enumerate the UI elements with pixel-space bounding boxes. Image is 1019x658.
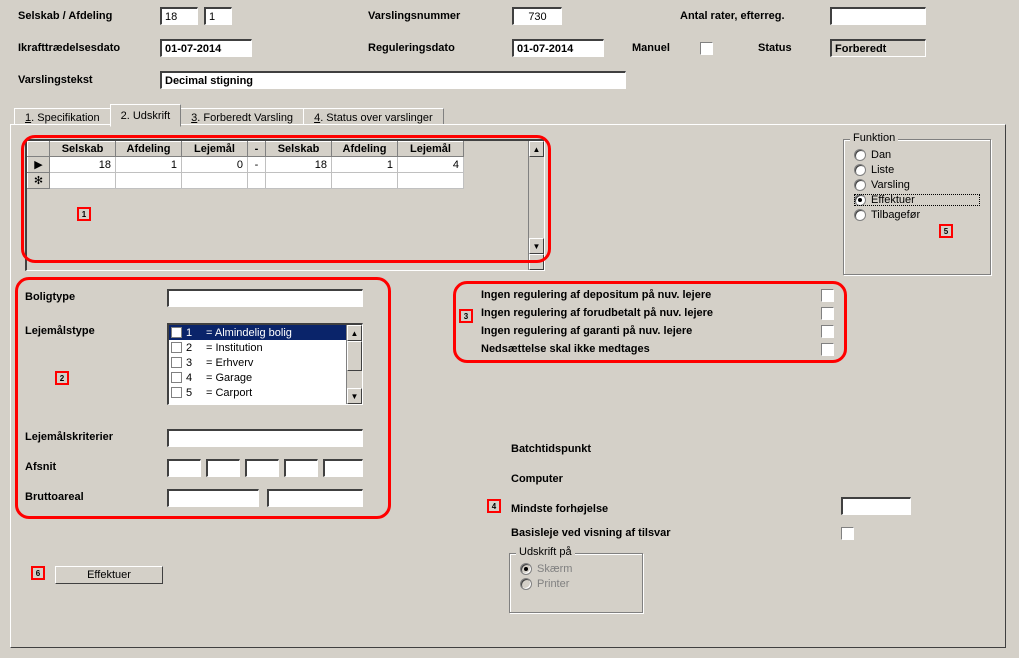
tab-udskrift[interactable]: 2. Udskrift: [110, 104, 182, 127]
label-manuel: Manuel: [632, 42, 670, 54]
afdeling-input[interactable]: [204, 7, 232, 25]
label-status: Status: [758, 42, 792, 54]
label-batch: Batchtidspunkt: [511, 443, 591, 455]
udskrift-group: Udskrift på Skærm Printer: [509, 553, 643, 613]
label-varslingsnummer: Varslingsnummer: [368, 10, 460, 22]
outline-3: [453, 281, 847, 363]
radio-printer: Printer: [520, 578, 632, 590]
manuel-checkbox[interactable]: [700, 42, 713, 55]
radio-skaerm: Skærm: [520, 563, 632, 575]
radio-dan[interactable]: Dan: [854, 149, 980, 161]
marker-4: 4: [487, 499, 501, 513]
marker-5: 5: [939, 224, 953, 238]
outline-2: [15, 277, 391, 519]
ikraft-input[interactable]: [160, 39, 252, 57]
udskrift-title: Udskrift på: [516, 546, 575, 558]
status-display: [830, 39, 926, 57]
funktion-group: Funktion Dan Liste Varsling Effektuer Ti…: [843, 139, 991, 275]
label-antal-rater: Antal rater, efterreg.: [680, 10, 785, 22]
radio-tilbagefor[interactable]: Tilbagefør: [854, 209, 980, 221]
radio-effektuer[interactable]: Effektuer: [854, 194, 980, 206]
marker-1: 1: [77, 207, 91, 221]
marker-3: 3: [459, 309, 473, 323]
label-selskab-afdeling: Selskab / Afdeling: [18, 10, 112, 22]
label-reguleringsdato: Reguleringsdato: [368, 42, 455, 54]
label-computer: Computer: [511, 473, 563, 485]
varslingsnummer-input[interactable]: [512, 7, 562, 25]
radio-varsling[interactable]: Varsling: [854, 179, 980, 191]
marker-2: 2: [55, 371, 69, 385]
tab-panel: Selskab Afdeling Lejemål - Selskab Afdel…: [10, 124, 1006, 648]
varslingstekst-input[interactable]: [160, 71, 626, 89]
outline-1: [21, 135, 551, 263]
effektuer-button[interactable]: Effektuer: [55, 566, 163, 584]
mindste-input[interactable]: [841, 497, 911, 515]
antal-rater-input[interactable]: [830, 7, 926, 25]
label-varslingstekst: Varslingstekst: [18, 74, 93, 86]
reguleringsdato-input[interactable]: [512, 39, 604, 57]
label-basisleje: Basisleje ved visning af tilsvar: [511, 527, 671, 539]
label-mindste: Mindste forhøjelse: [511, 503, 608, 515]
chk-basisleje[interactable]: [841, 527, 854, 540]
radio-liste[interactable]: Liste: [854, 164, 980, 176]
label-ikraft: Ikrafttrædelsesdato: [18, 42, 120, 54]
marker-6: 6: [31, 566, 45, 580]
selskab-input[interactable]: [160, 7, 198, 25]
funktion-title: Funktion: [850, 132, 898, 144]
